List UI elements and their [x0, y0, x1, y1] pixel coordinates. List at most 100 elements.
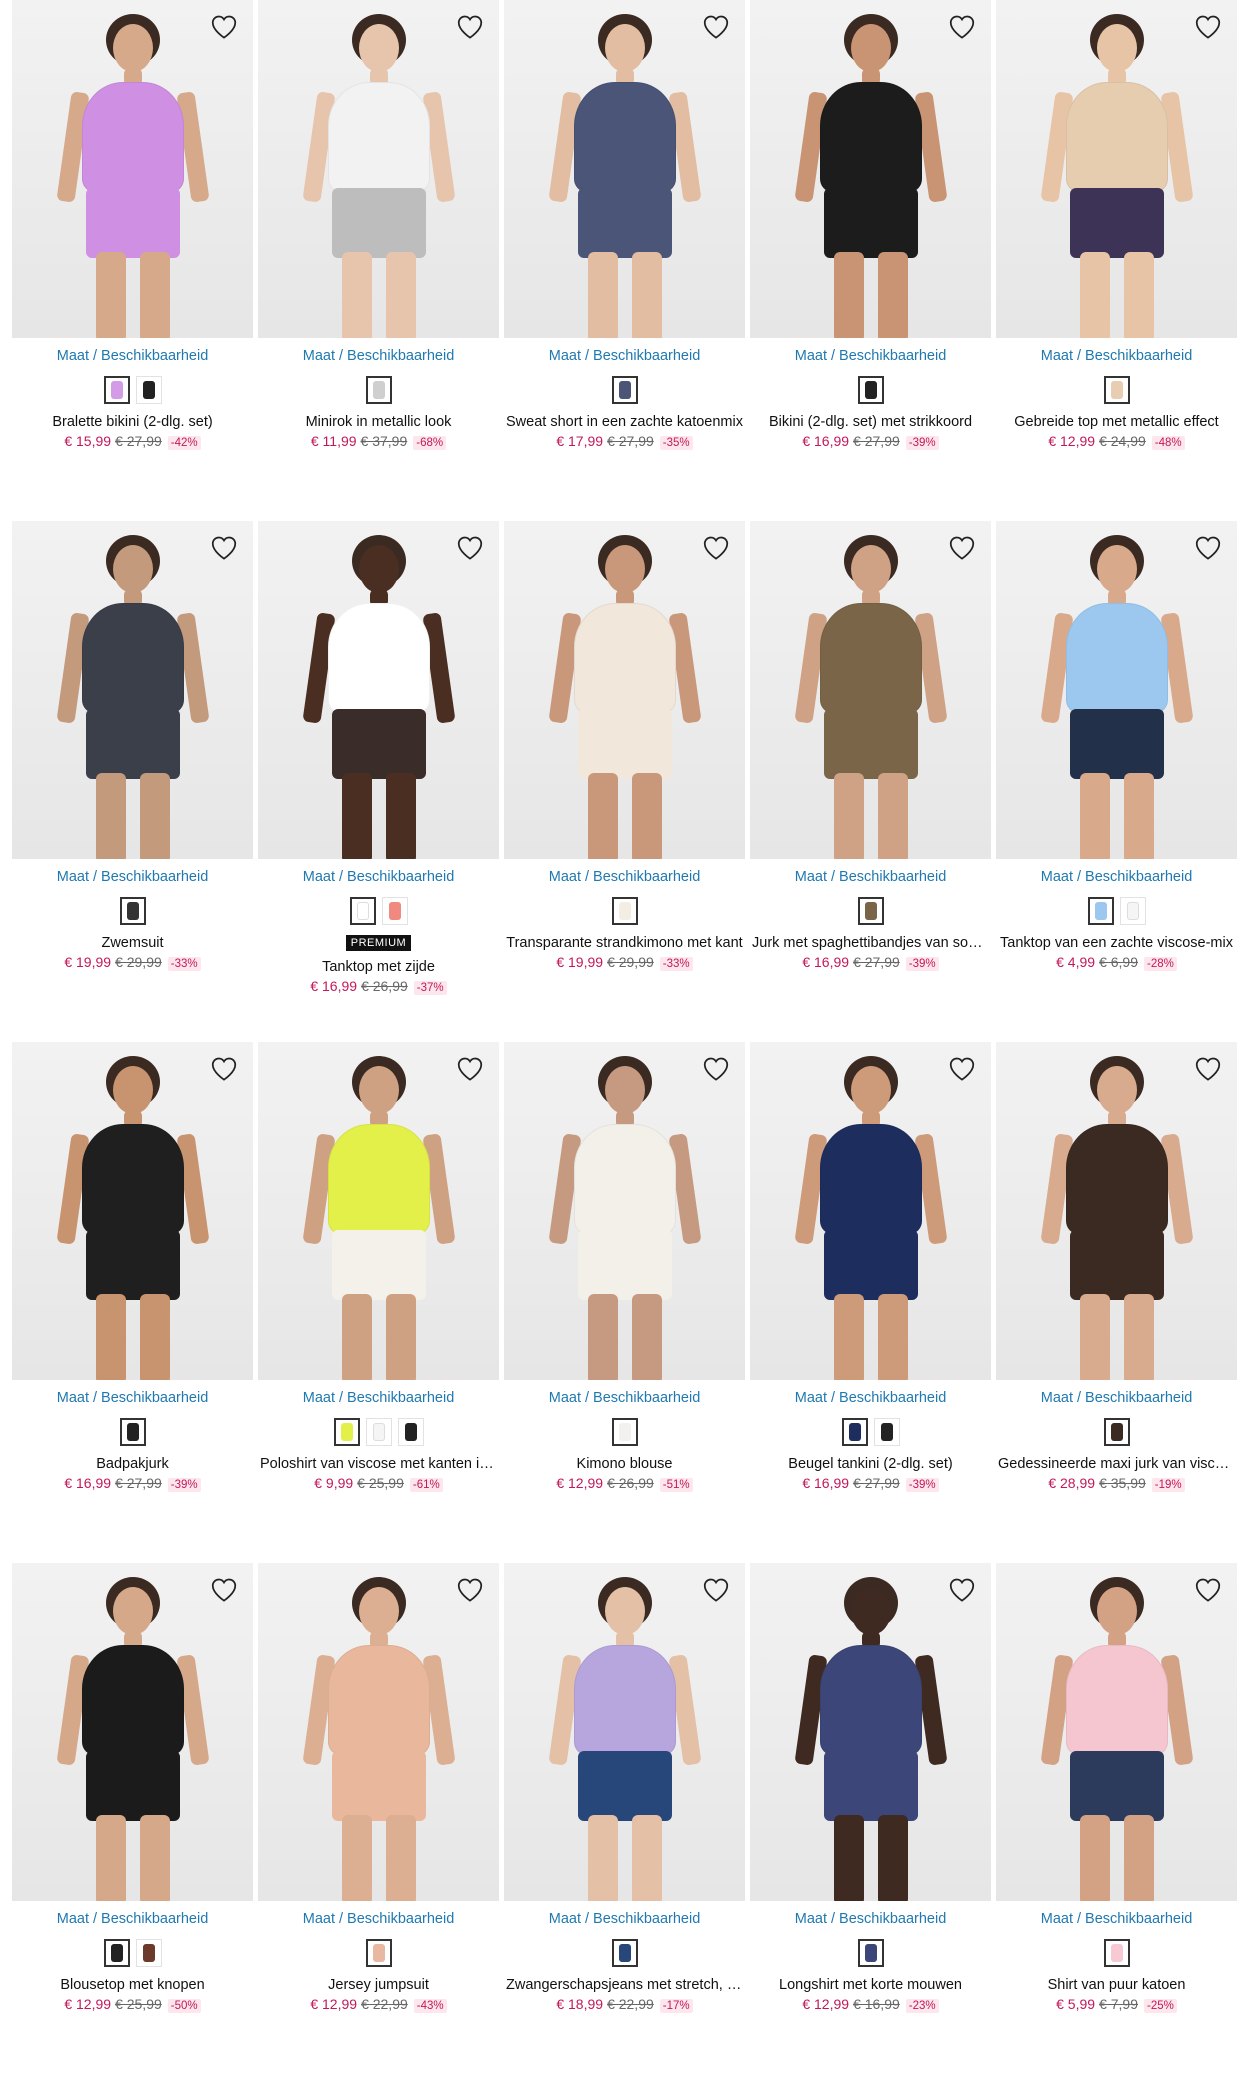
product-name[interactable]: Blousetop met knopen — [12, 1977, 253, 1993]
wishlist-heart-icon[interactable] — [945, 1573, 979, 1607]
product-card[interactable]: Maat / Beschikbaarheid Longshirt met kort… — [750, 1563, 991, 2013]
product-card[interactable]: Maat / Beschikbaarheid Zwemsuit € 19,99 € 2… — [12, 521, 253, 971]
color-swatch[interactable] — [841, 1418, 868, 1446]
product-card[interactable]: Maat / Beschikbaarheid Zwangerschapsjeans… — [504, 1563, 745, 2013]
product-name[interactable]: Bikini (2-dlg. set) met strikkoord — [750, 414, 991, 430]
wishlist-heart-icon[interactable] — [207, 10, 241, 44]
product-image[interactable] — [258, 521, 499, 859]
color-swatch[interactable] — [611, 1939, 638, 1967]
color-swatch[interactable] — [349, 897, 376, 925]
product-image[interactable] — [12, 1042, 253, 1380]
product-image[interactable] — [996, 1042, 1237, 1380]
color-swatch[interactable] — [857, 1939, 884, 1967]
product-name[interactable]: Shirt van puur katoen — [996, 1977, 1237, 1993]
size-availability-link[interactable]: Maat / Beschikbaarheid — [504, 869, 745, 885]
product-card[interactable]: Maat / Beschikbaarheid Jurk met spaghetti… — [750, 521, 991, 971]
color-swatch[interactable] — [611, 1418, 638, 1446]
size-availability-link[interactable]: Maat / Beschikbaarheid — [504, 348, 745, 364]
wishlist-heart-icon[interactable] — [207, 1573, 241, 1607]
color-swatch[interactable] — [333, 1418, 360, 1446]
size-availability-link[interactable]: Maat / Beschikbaarheid — [258, 348, 499, 364]
color-swatch[interactable] — [135, 1939, 162, 1967]
size-availability-link[interactable]: Maat / Beschikbaarheid — [12, 1390, 253, 1406]
product-name[interactable]: Bralette bikini (2-dlg. set) — [12, 414, 253, 430]
product-name[interactable]: Poloshirt van viscose met kanten inzet — [258, 1456, 499, 1472]
size-availability-link[interactable]: Maat / Beschikbaarheid — [504, 1390, 745, 1406]
wishlist-heart-icon[interactable] — [699, 531, 733, 565]
size-availability-link[interactable]: Maat / Beschikbaarheid — [996, 1911, 1237, 1927]
product-card[interactable]: Maat / Beschikbaarheid Gebreide top met m… — [996, 0, 1237, 450]
wishlist-heart-icon[interactable] — [207, 1052, 241, 1086]
size-availability-link[interactable]: Maat / Beschikbaarheid — [12, 1911, 253, 1927]
product-image[interactable] — [258, 1042, 499, 1380]
product-name[interactable]: Zwangerschapsjeans met stretch, straight — [504, 1977, 745, 1993]
color-swatch[interactable] — [119, 897, 146, 925]
product-card[interactable]: Maat / Beschikbaarheid Tanktop van een za… — [996, 521, 1237, 971]
product-card[interactable]: Maat / Beschikbaarheid Poloshirt van visc… — [258, 1042, 499, 1492]
color-swatch[interactable] — [119, 1418, 146, 1446]
size-availability-link[interactable]: Maat / Beschikbaarheid — [996, 1390, 1237, 1406]
color-swatch[interactable] — [1087, 897, 1114, 925]
color-swatch[interactable] — [611, 897, 638, 925]
color-swatch[interactable] — [873, 1418, 900, 1446]
size-availability-link[interactable]: Maat / Beschikbaarheid — [504, 1911, 745, 1927]
color-swatch[interactable] — [365, 1939, 392, 1967]
wishlist-heart-icon[interactable] — [699, 1052, 733, 1086]
product-card[interactable]: Maat / Beschikbaarheid Minirok in metalli… — [258, 0, 499, 450]
product-image[interactable] — [996, 521, 1237, 859]
product-card[interactable]: Maat / Beschikbaarheid Bralette bikini (2… — [12, 0, 253, 450]
wishlist-heart-icon[interactable] — [453, 1573, 487, 1607]
product-card[interactable]: Maat / Beschikbaarheid Jersey jumpsuit € 1… — [258, 1563, 499, 2013]
product-name[interactable]: Gebreide top met metallic effect — [996, 414, 1237, 430]
product-name[interactable]: Longshirt met korte mouwen — [750, 1977, 991, 1993]
product-name[interactable]: Tanktop van een zachte viscose-mix — [996, 935, 1237, 951]
product-image[interactable] — [750, 521, 991, 859]
size-availability-link[interactable]: Maat / Beschikbaarheid — [258, 1390, 499, 1406]
product-name[interactable]: Minirok in metallic look — [258, 414, 499, 430]
product-card[interactable]: Maat / Beschikbaarheid Beugel tankini (2-… — [750, 1042, 991, 1492]
product-name[interactable]: Kimono blouse — [504, 1456, 745, 1472]
color-swatch[interactable] — [1103, 1418, 1130, 1446]
wishlist-heart-icon[interactable] — [945, 531, 979, 565]
product-card[interactable]: Maat / Beschikbaarheid Badpakjurk € 16,99 €… — [12, 1042, 253, 1492]
wishlist-heart-icon[interactable] — [945, 1052, 979, 1086]
color-swatch[interactable] — [857, 376, 884, 404]
product-image[interactable] — [750, 1563, 991, 1901]
color-swatch[interactable] — [611, 376, 638, 404]
wishlist-heart-icon[interactable] — [1191, 1573, 1225, 1607]
color-swatch[interactable] — [1119, 897, 1146, 925]
wishlist-heart-icon[interactable] — [453, 531, 487, 565]
product-card[interactable]: Maat / Beschikbaarheid Sweat short in een… — [504, 0, 745, 450]
product-name[interactable]: Jersey jumpsuit — [258, 1977, 499, 1993]
product-image[interactable] — [258, 1563, 499, 1901]
product-card[interactable]: Maat / Beschikbaarheid Kimono blouse € 12,… — [504, 1042, 745, 1492]
product-card[interactable]: Maat / Beschikbaarheid Shirt van puur kat… — [996, 1563, 1237, 2013]
size-availability-link[interactable]: Maat / Beschikbaarheid — [258, 1911, 499, 1927]
product-name[interactable]: Zwemsuit — [12, 935, 253, 951]
wishlist-heart-icon[interactable] — [1191, 10, 1225, 44]
product-card[interactable]: Maat / Beschikbaarheid PREMIUM Tanktop met… — [258, 521, 499, 995]
color-swatch[interactable] — [1103, 1939, 1130, 1967]
product-image[interactable] — [996, 0, 1237, 338]
product-image[interactable] — [504, 1042, 745, 1380]
size-availability-link[interactable]: Maat / Beschikbaarheid — [750, 1390, 991, 1406]
product-image[interactable] — [12, 1563, 253, 1901]
product-image[interactable] — [504, 521, 745, 859]
product-card[interactable]: Maat / Beschikbaarheid Transparante stran… — [504, 521, 745, 971]
product-image[interactable] — [12, 521, 253, 859]
size-availability-link[interactable]: Maat / Beschikbaarheid — [12, 348, 253, 364]
wishlist-heart-icon[interactable] — [453, 1052, 487, 1086]
color-swatch[interactable] — [857, 897, 884, 925]
size-availability-link[interactable]: Maat / Beschikbaarheid — [996, 348, 1237, 364]
wishlist-heart-icon[interactable] — [453, 10, 487, 44]
product-name[interactable]: Transparante strandkimono met kant — [504, 935, 745, 951]
color-swatch[interactable] — [103, 1939, 130, 1967]
product-image[interactable] — [12, 0, 253, 338]
product-image[interactable] — [750, 0, 991, 338]
product-image[interactable] — [996, 1563, 1237, 1901]
product-name[interactable]: Sweat short in een zachte katoenmix — [504, 414, 745, 430]
size-availability-link[interactable]: Maat / Beschikbaarheid — [750, 1911, 991, 1927]
size-availability-link[interactable]: Maat / Beschikbaarheid — [996, 869, 1237, 885]
product-name[interactable]: Tanktop met zijde — [258, 959, 499, 975]
wishlist-heart-icon[interactable] — [699, 10, 733, 44]
